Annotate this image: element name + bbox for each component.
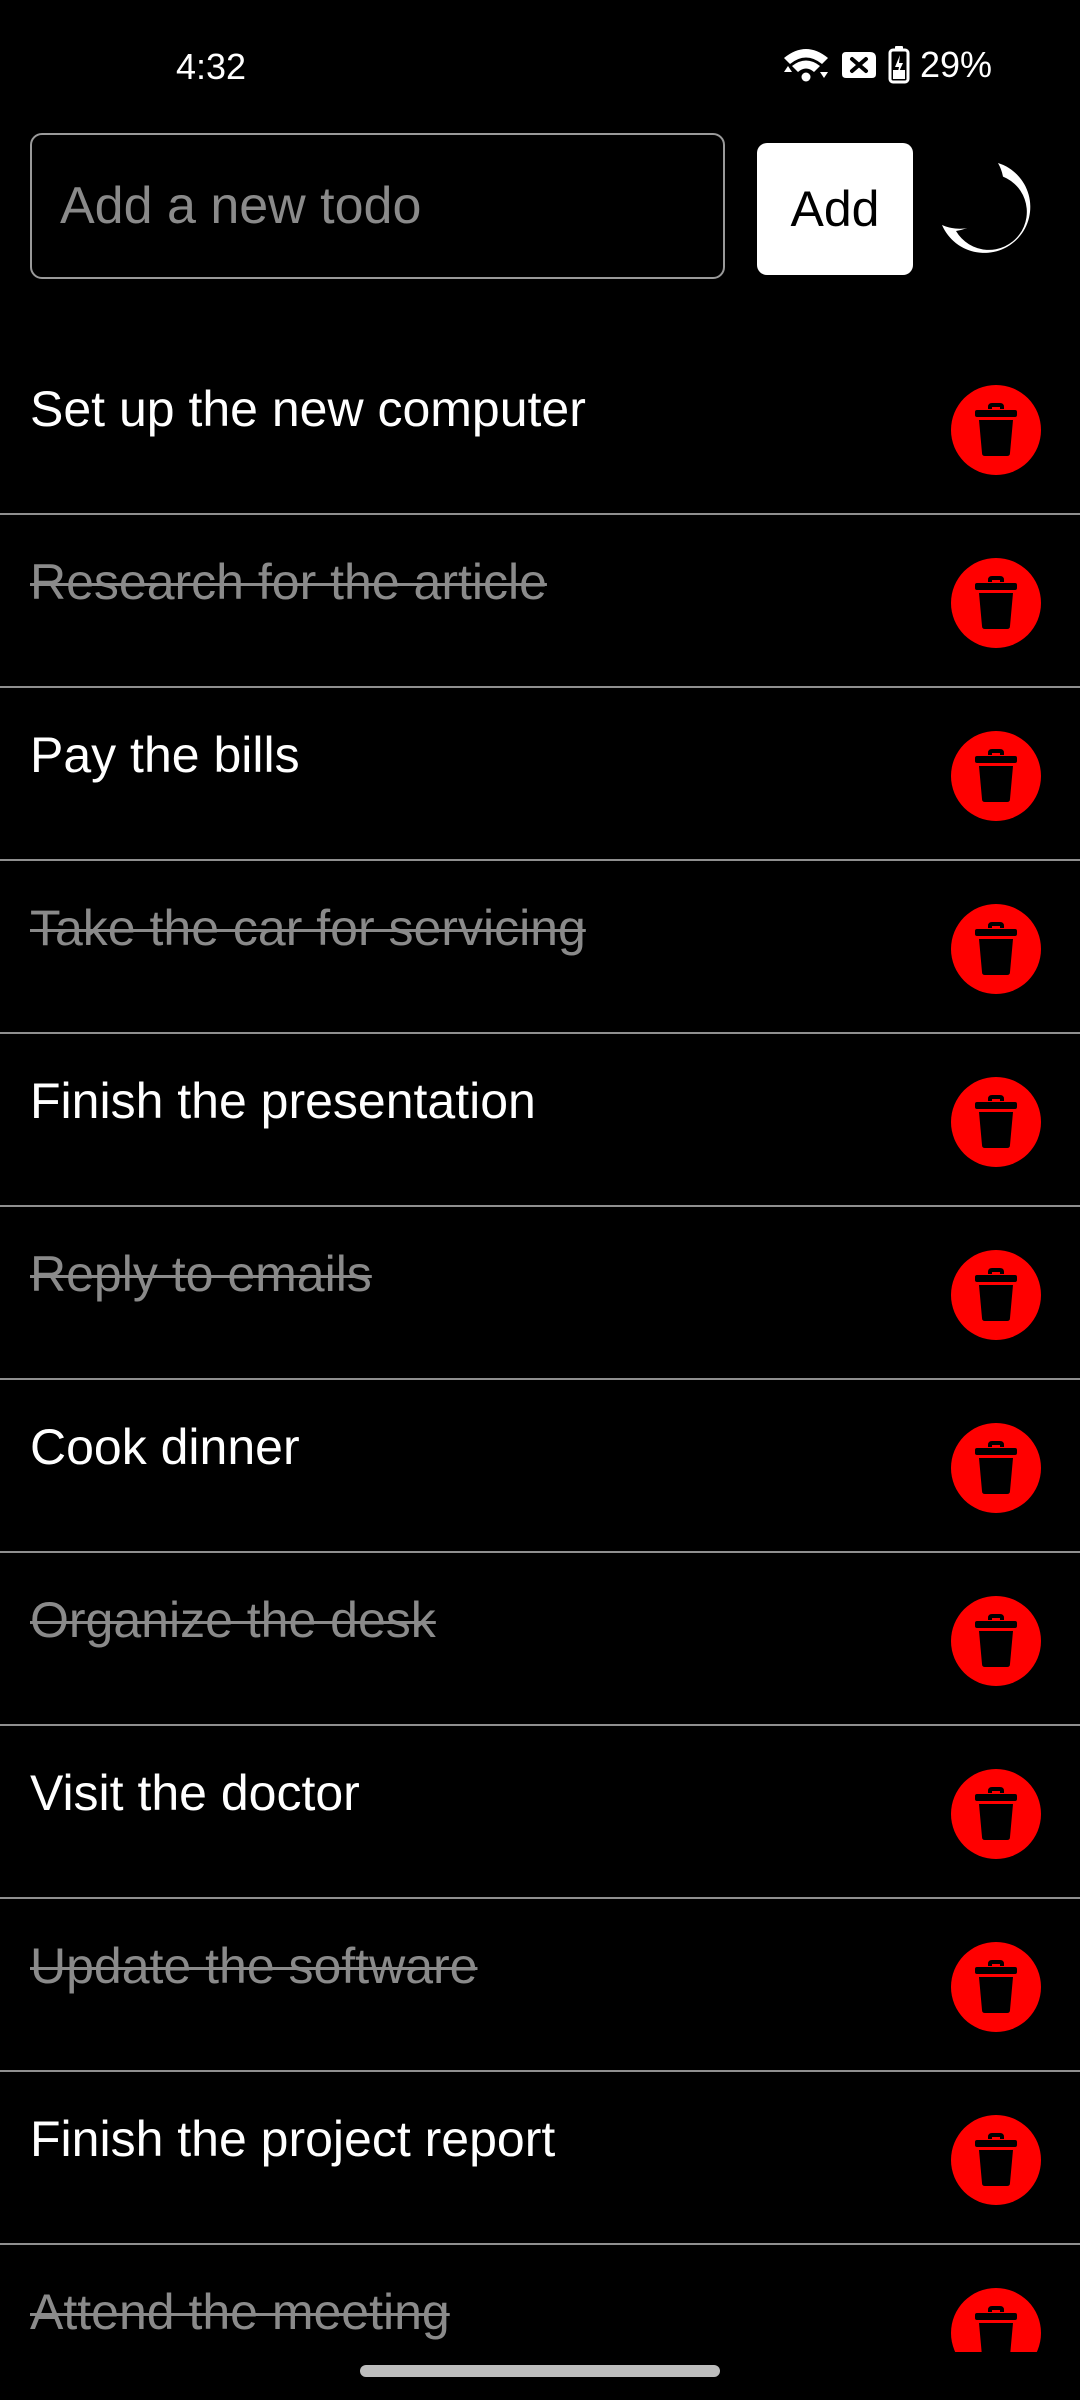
trash-icon [973,1958,1019,2017]
trash-icon [973,2131,1019,2190]
todo-item[interactable]: Set up the new computer [0,342,1080,515]
todo-item[interactable]: Finish the presentation [0,1034,1080,1207]
trash-icon [973,1439,1019,1498]
todo-item[interactable]: Finish the project report [0,2072,1080,2245]
status-time: 4:32 [176,46,247,87]
wifi-icon [782,46,830,84]
delete-button[interactable] [951,904,1041,994]
delete-button[interactable] [951,1769,1041,1859]
trash-icon [973,920,1019,979]
delete-button[interactable] [951,1077,1041,1167]
todo-text[interactable]: Take the car for servicing [30,899,586,957]
delete-button[interactable] [951,1423,1041,1513]
trash-icon [973,747,1019,806]
todo-text[interactable]: Cook dinner [30,1418,300,1476]
todo-item[interactable]: Update the software [0,1899,1080,2072]
delete-button[interactable] [951,385,1041,475]
trash-icon [973,1612,1019,1671]
todo-item[interactable]: Attend the meeting [0,2245,1080,2352]
delete-button[interactable] [951,731,1041,821]
todo-item[interactable]: Research for the article [0,515,1080,688]
todo-text[interactable]: Research for the article [30,553,547,611]
status-bar: 4:32 29% [0,0,1080,120]
trash-icon [973,1785,1019,1844]
todo-item[interactable]: Take the car for servicing [0,861,1080,1034]
home-indicator[interactable] [360,2365,720,2377]
trash-icon [973,2304,1019,2352]
trash-icon [973,574,1019,633]
moon-icon [942,163,1031,253]
todo-list: Set up the new computer Research for the … [0,342,1080,2352]
todo-input[interactable] [30,133,725,279]
battery-percent: 29% [919,44,992,85]
battery-charging-icon [888,46,910,84]
todo-text[interactable]: Update the software [30,1937,478,1995]
trash-icon [973,1093,1019,1152]
add-button[interactable]: Add [757,143,913,275]
todo-text[interactable]: Organize the desk [30,1591,436,1649]
delete-button[interactable] [951,558,1041,648]
todo-item[interactable]: Reply to emails [0,1207,1080,1380]
delete-button[interactable] [951,1596,1041,1686]
todo-item[interactable]: Visit the doctor [0,1726,1080,1899]
theme-toggle-button[interactable] [936,155,1046,265]
todo-item[interactable]: Pay the bills [0,688,1080,861]
todo-text[interactable]: Reply to emails [30,1245,372,1303]
todo-text[interactable]: Set up the new computer [30,380,586,438]
todo-text[interactable]: Attend the meeting [30,2283,450,2341]
trash-icon [973,401,1019,460]
todo-item[interactable]: Cook dinner [0,1380,1080,1553]
todo-text[interactable]: Visit the doctor [30,1764,360,1822]
todo-item[interactable]: Organize the desk [0,1553,1080,1726]
delete-button[interactable] [951,2115,1041,2205]
no-sim-icon [840,50,878,80]
add-todo-row: Add [30,133,1050,283]
todo-text[interactable]: Finish the project report [30,2110,555,2168]
delete-button[interactable] [951,1942,1041,2032]
trash-icon [973,1266,1019,1325]
todo-text[interactable]: Finish the presentation [30,1072,536,1130]
status-icons: 29% [782,44,992,86]
delete-button[interactable] [951,1250,1041,1340]
delete-button[interactable] [951,2288,1041,2352]
todo-text[interactable]: Pay the bills [30,726,300,784]
